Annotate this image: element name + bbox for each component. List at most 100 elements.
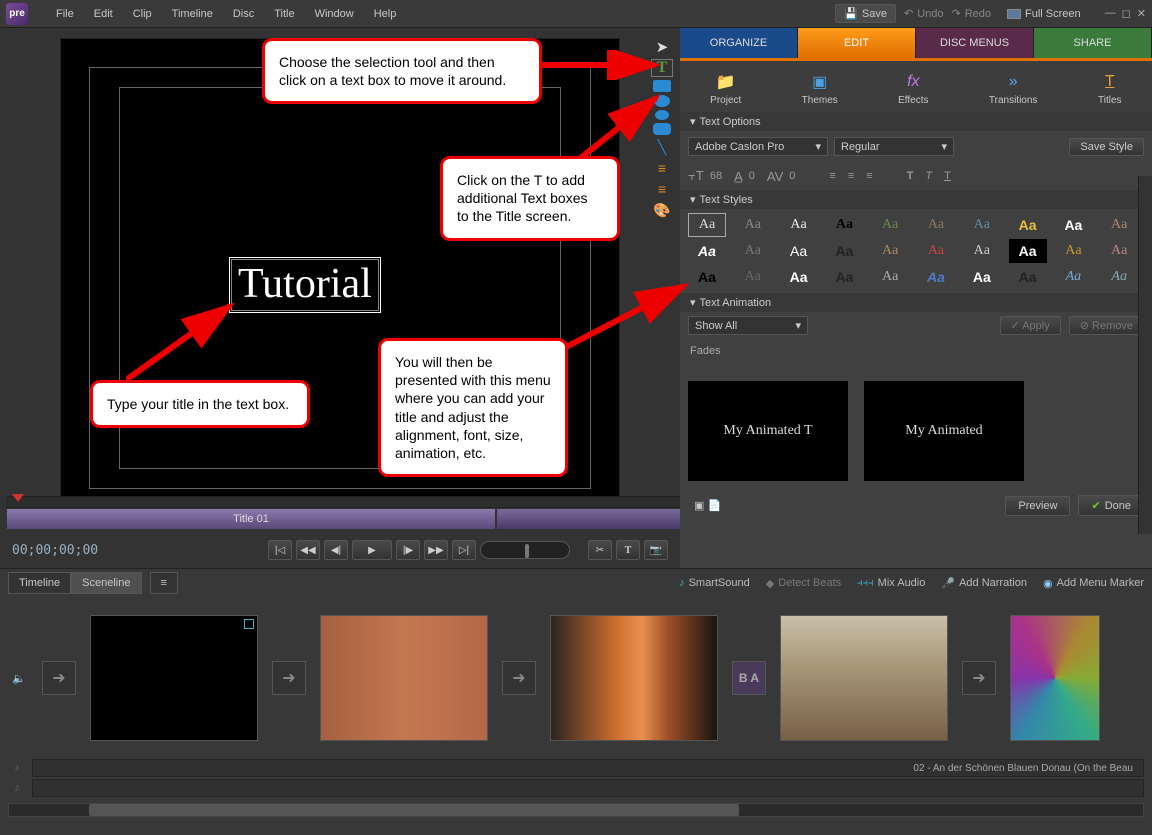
title-textbox[interactable]: Tutorial (231, 259, 379, 311)
transition-slot[interactable]: ➜ (42, 661, 76, 695)
maximize-button[interactable]: ◻ (1122, 7, 1131, 20)
scene-clip-2[interactable] (320, 615, 488, 741)
scene-clip-5[interactable] (1010, 615, 1100, 741)
sceneline-scrollbar[interactable] (8, 803, 1144, 817)
play-button[interactable]: ▶ (352, 540, 392, 560)
text-style-swatch[interactable]: Aa (1054, 265, 1092, 289)
text-style-swatch[interactable]: Aa (1009, 265, 1047, 289)
audio-track-1[interactable]: 02 - An der Schönen Blauen Donau (On the… (32, 759, 1144, 777)
align-right-btn[interactable]: ≡ (651, 180, 673, 198)
text-style-swatch[interactable]: Aa (734, 213, 772, 237)
detect-beats-button[interactable]: ◆Detect Beats (766, 577, 841, 590)
subtab-titles[interactable]: T̲Titles (1098, 72, 1122, 106)
leading-input[interactable]: 0 (749, 170, 755, 182)
font-family-dropdown[interactable]: Adobe Caslon Pro▾ (688, 137, 828, 156)
timeline-tab[interactable]: Timeline (8, 572, 71, 594)
tab-disc-menus[interactable]: DISC MENUS (916, 28, 1034, 58)
tab-share[interactable]: SHARE (1034, 28, 1152, 58)
animation-preview-1[interactable]: My Animated T (688, 381, 848, 481)
text-style-swatch[interactable]: Aa (688, 213, 726, 237)
font-weight-dropdown[interactable]: Regular▾ (834, 137, 954, 156)
transition-slot[interactable]: ➜ (502, 661, 536, 695)
transition-applied[interactable]: B A (732, 661, 766, 695)
mix-audio-button[interactable]: ⫞⫞⫞Mix Audio (857, 577, 925, 590)
text-style-swatch[interactable]: Aa (1100, 265, 1138, 289)
text-style-swatch[interactable]: Aa (871, 265, 909, 289)
text-options-header[interactable]: ▾Text Options (680, 112, 1152, 131)
text-style-swatch[interactable]: Aa (1009, 239, 1047, 263)
audio-track-2[interactable] (32, 779, 1144, 797)
menu-timeline[interactable]: Timeline (164, 4, 221, 24)
text-style-swatch[interactable]: Aa (825, 213, 863, 237)
italic-button[interactable]: T (925, 170, 932, 182)
scene-clip-3[interactable] (550, 615, 718, 741)
fullscreen-button[interactable]: Full Screen (999, 6, 1089, 22)
redo-button[interactable]: ↷ Redo (951, 7, 991, 20)
text-style-swatch[interactable]: Aa (963, 265, 1001, 289)
text-style-swatch[interactable]: Aa (1054, 213, 1092, 237)
subtab-transitions[interactable]: »Transitions (989, 72, 1038, 106)
goto-out-button[interactable]: ▷| (452, 540, 476, 560)
align-right-button[interactable]: ≡ (866, 170, 872, 182)
text-style-swatch[interactable]: Aa (871, 239, 909, 263)
save-button[interactable]: 💾 Save (835, 4, 896, 23)
smartsound-button[interactable]: ♪SmartSound (679, 577, 750, 589)
text-style-swatch[interactable]: Aa (963, 213, 1001, 237)
add-text-button[interactable]: T (616, 540, 640, 560)
text-style-swatch[interactable]: Aa (963, 239, 1001, 263)
subtab-effects[interactable]: fxEffects (898, 72, 928, 106)
transition-slot[interactable]: ➜ (272, 661, 306, 695)
save-style-button[interactable]: Save Style (1069, 138, 1144, 156)
ffwd-button[interactable]: ▶▶ (424, 540, 448, 560)
expand-panel-button[interactable]: ▣ 📄 (694, 499, 721, 512)
add-narration-button[interactable]: 🎤Add Narration (941, 577, 1027, 590)
text-styles-header[interactable]: ▾Text Styles (680, 190, 1152, 209)
menu-title[interactable]: Title (266, 4, 302, 24)
preview-button[interactable]: Preview (1005, 496, 1070, 516)
bold-button[interactable]: T (907, 170, 914, 182)
panel-scrollbar[interactable] (1138, 176, 1152, 534)
timeline-clip[interactable]: Title 01 (6, 508, 496, 530)
minimize-button[interactable]: — (1105, 7, 1116, 20)
panel-menu-button[interactable]: ≡ (150, 572, 178, 594)
color-picker-tool[interactable]: 🎨 (651, 201, 673, 219)
text-style-swatch[interactable]: Aa (734, 265, 772, 289)
apply-button[interactable]: ✓ Apply (1000, 316, 1061, 335)
narration-track-icon[interactable]: ♪ (8, 779, 26, 797)
remove-button[interactable]: ⊘ Remove (1069, 316, 1144, 335)
underline-button[interactable]: T (944, 170, 951, 182)
tab-organize[interactable]: ORGANIZE (680, 28, 798, 58)
text-style-swatch[interactable]: Aa (825, 239, 863, 263)
goto-in-button[interactable]: |◁ (268, 540, 292, 560)
font-size-input[interactable]: 68 (710, 170, 722, 182)
subtab-themes[interactable]: ▣Themes (802, 72, 838, 106)
shuttle-slider[interactable] (480, 541, 570, 559)
animation-filter-dropdown[interactable]: Show All▾ (688, 316, 808, 335)
step-back-button[interactable]: ◀| (324, 540, 348, 560)
sceneline-tab[interactable]: Sceneline (71, 572, 141, 594)
text-style-swatch[interactable]: Aa (1100, 239, 1138, 263)
text-style-swatch[interactable]: Aa (1100, 213, 1138, 237)
text-style-swatch[interactable]: Aa (871, 213, 909, 237)
speaker-icon[interactable]: 🔈 (10, 669, 28, 687)
close-button[interactable]: ✕ (1137, 7, 1146, 20)
split-clip-button[interactable]: ✂ (588, 540, 612, 560)
text-style-swatch[interactable]: Aa (688, 239, 726, 263)
text-style-swatch[interactable]: Aa (780, 239, 818, 263)
timecode[interactable]: 00;00;00;00 (12, 543, 122, 558)
audio-track-icon[interactable]: ♪ (8, 759, 26, 777)
text-style-swatch[interactable]: Aa (734, 239, 772, 263)
align-center-button[interactable]: ≡ (848, 170, 854, 182)
step-fwd-button[interactable]: |▶ (396, 540, 420, 560)
transition-slot[interactable]: ➜ (962, 661, 996, 695)
text-style-swatch[interactable]: Aa (917, 239, 955, 263)
menu-file[interactable]: File (48, 4, 82, 24)
menu-clip[interactable]: Clip (125, 4, 160, 24)
menu-help[interactable]: Help (366, 4, 405, 24)
text-style-swatch[interactable]: Aa (917, 265, 955, 289)
freeze-frame-button[interactable]: 📷 (644, 540, 668, 560)
scene-clip-1[interactable] (90, 615, 258, 741)
text-style-swatch[interactable]: Aa (1054, 239, 1092, 263)
scrollbar-thumb[interactable] (89, 804, 739, 816)
subtab-project[interactable]: 📁Project (710, 72, 741, 106)
